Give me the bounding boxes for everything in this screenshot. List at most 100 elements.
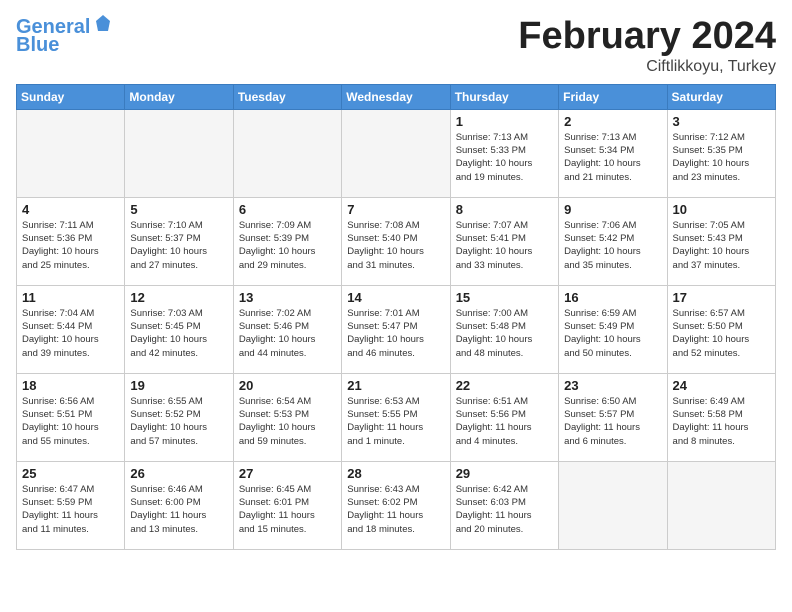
day-info: Sunrise: 7:04 AM Sunset: 5:44 PM Dayligh…	[22, 307, 119, 360]
logo: General Blue	[16, 16, 114, 56]
calendar-cell: 23 Sunrise: 6:50 AM Sunset: 5:57 PM Dayli…	[559, 373, 667, 461]
calendar-cell: 7 Sunrise: 7:08 AM Sunset: 5:40 PM Daylig…	[342, 197, 450, 285]
calendar-cell	[667, 461, 775, 549]
day-info: Sunrise: 6:51 AM Sunset: 5:56 PM Dayligh…	[456, 395, 553, 448]
week-row-5: 25 Sunrise: 6:47 AM Sunset: 5:59 PM Dayli…	[17, 461, 776, 549]
day-number: 23	[564, 378, 661, 393]
day-number: 9	[564, 202, 661, 217]
day-info: Sunrise: 6:54 AM Sunset: 5:53 PM Dayligh…	[239, 395, 336, 448]
title-block: February 2024 Ciftlikkoyu, Turkey	[518, 16, 776, 76]
weekday-friday: Friday	[559, 84, 667, 109]
day-info: Sunrise: 6:59 AM Sunset: 5:49 PM Dayligh…	[564, 307, 661, 360]
day-info: Sunrise: 7:13 AM Sunset: 5:34 PM Dayligh…	[564, 131, 661, 184]
calendar-cell: 4 Sunrise: 7:11 AM Sunset: 5:36 PM Daylig…	[17, 197, 125, 285]
weekday-monday: Monday	[125, 84, 233, 109]
day-number: 18	[22, 378, 119, 393]
day-info: Sunrise: 7:09 AM Sunset: 5:39 PM Dayligh…	[239, 219, 336, 272]
day-info: Sunrise: 7:13 AM Sunset: 5:33 PM Dayligh…	[456, 131, 553, 184]
day-info: Sunrise: 7:11 AM Sunset: 5:36 PM Dayligh…	[22, 219, 119, 272]
calendar-cell: 2 Sunrise: 7:13 AM Sunset: 5:34 PM Daylig…	[559, 109, 667, 197]
calendar-cell: 10Sunrise: 7:05 AM Sunset: 5:43 PM Dayli…	[667, 197, 775, 285]
day-info: Sunrise: 6:43 AM Sunset: 6:02 PM Dayligh…	[347, 483, 444, 536]
logo-text2: Blue	[16, 34, 59, 56]
day-number: 29	[456, 466, 553, 481]
weekday-thursday: Thursday	[450, 84, 558, 109]
day-number: 7	[347, 202, 444, 217]
calendar-cell: 14 Sunrise: 7:01 AM Sunset: 5:47 PM Dayli…	[342, 285, 450, 373]
day-info: Sunrise: 7:10 AM Sunset: 5:37 PM Dayligh…	[130, 219, 227, 272]
day-number: 22	[456, 378, 553, 393]
weekday-wednesday: Wednesday	[342, 84, 450, 109]
calendar-table: SundayMondayTuesdayWednesdayThursdayFrid…	[16, 84, 776, 550]
week-row-2: 4 Sunrise: 7:11 AM Sunset: 5:36 PM Daylig…	[17, 197, 776, 285]
day-info: Sunrise: 7:02 AM Sunset: 5:46 PM Dayligh…	[239, 307, 336, 360]
day-number: 24	[673, 378, 770, 393]
month-title: February 2024	[518, 16, 776, 58]
calendar-cell: 17Sunrise: 6:57 AM Sunset: 5:50 PM Dayli…	[667, 285, 775, 373]
logo-icon	[92, 13, 114, 35]
calendar-cell: 19 Sunrise: 6:55 AM Sunset: 5:52 PM Dayli…	[125, 373, 233, 461]
weekday-saturday: Saturday	[667, 84, 775, 109]
calendar-cell	[125, 109, 233, 197]
calendar-cell: 24 Sunrise: 6:49 AM Sunset: 5:58 PM Dayli…	[667, 373, 775, 461]
calendar-cell	[17, 109, 125, 197]
calendar-cell: 16Sunrise: 6:59 AM Sunset: 5:49 PM Dayli…	[559, 285, 667, 373]
page-header: General Blue February 2024 Ciftlikkoyu, …	[16, 16, 776, 76]
day-number: 5	[130, 202, 227, 217]
day-number: 15	[456, 290, 553, 305]
day-info: Sunrise: 6:45 AM Sunset: 6:01 PM Dayligh…	[239, 483, 336, 536]
day-number: 14	[347, 290, 444, 305]
day-info: Sunrise: 6:49 AM Sunset: 5:58 PM Dayligh…	[673, 395, 770, 448]
day-number: 3	[673, 114, 770, 129]
day-info: Sunrise: 7:01 AM Sunset: 5:47 PM Dayligh…	[347, 307, 444, 360]
calendar-cell: 26Sunrise: 6:46 AM Sunset: 6:00 PM Dayli…	[125, 461, 233, 549]
day-number: 20	[239, 378, 336, 393]
day-number: 10	[673, 202, 770, 217]
calendar-cell: 18 Sunrise: 6:56 AM Sunset: 5:51 PM Dayli…	[17, 373, 125, 461]
calendar-cell: 28 Sunrise: 6:43 AM Sunset: 6:02 PM Dayli…	[342, 461, 450, 549]
day-info: Sunrise: 6:55 AM Sunset: 5:52 PM Dayligh…	[130, 395, 227, 448]
day-info: Sunrise: 7:06 AM Sunset: 5:42 PM Dayligh…	[564, 219, 661, 272]
calendar-cell: 5 Sunrise: 7:10 AM Sunset: 5:37 PM Daylig…	[125, 197, 233, 285]
day-number: 6	[239, 202, 336, 217]
day-number: 26	[130, 466, 227, 481]
calendar-cell: 3 Sunrise: 7:12 AM Sunset: 5:35 PM Daylig…	[667, 109, 775, 197]
day-number: 12	[130, 290, 227, 305]
weekday-tuesday: Tuesday	[233, 84, 341, 109]
location-subtitle: Ciftlikkoyu, Turkey	[518, 58, 776, 76]
calendar-cell	[342, 109, 450, 197]
day-info: Sunrise: 7:07 AM Sunset: 5:41 PM Dayligh…	[456, 219, 553, 272]
day-number: 11	[22, 290, 119, 305]
week-row-3: 11 Sunrise: 7:04 AM Sunset: 5:44 PM Dayli…	[17, 285, 776, 373]
day-number: 19	[130, 378, 227, 393]
day-number: 27	[239, 466, 336, 481]
day-number: 25	[22, 466, 119, 481]
calendar-cell: 21Sunrise: 6:53 AM Sunset: 5:55 PM Dayli…	[342, 373, 450, 461]
day-info: Sunrise: 6:50 AM Sunset: 5:57 PM Dayligh…	[564, 395, 661, 448]
calendar-body: 1Sunrise: 7:13 AM Sunset: 5:33 PM Daylig…	[17, 109, 776, 549]
day-info: Sunrise: 7:08 AM Sunset: 5:40 PM Dayligh…	[347, 219, 444, 272]
day-info: Sunrise: 7:00 AM Sunset: 5:48 PM Dayligh…	[456, 307, 553, 360]
day-info: Sunrise: 6:56 AM Sunset: 5:51 PM Dayligh…	[22, 395, 119, 448]
calendar-cell: 12 Sunrise: 7:03 AM Sunset: 5:45 PM Dayli…	[125, 285, 233, 373]
calendar-cell: 9 Sunrise: 7:06 AM Sunset: 5:42 PM Daylig…	[559, 197, 667, 285]
weekday-sunday: Sunday	[17, 84, 125, 109]
day-info: Sunrise: 6:47 AM Sunset: 5:59 PM Dayligh…	[22, 483, 119, 536]
day-number: 2	[564, 114, 661, 129]
day-number: 8	[456, 202, 553, 217]
day-info: Sunrise: 6:53 AM Sunset: 5:55 PM Dayligh…	[347, 395, 444, 448]
calendar-cell: 20 Sunrise: 6:54 AM Sunset: 5:53 PM Dayli…	[233, 373, 341, 461]
calendar-cell: 6 Sunrise: 7:09 AM Sunset: 5:39 PM Daylig…	[233, 197, 341, 285]
week-row-4: 18 Sunrise: 6:56 AM Sunset: 5:51 PM Dayli…	[17, 373, 776, 461]
calendar-cell	[559, 461, 667, 549]
calendar-cell: 15 Sunrise: 7:00 AM Sunset: 5:48 PM Dayli…	[450, 285, 558, 373]
calendar-cell: 1Sunrise: 7:13 AM Sunset: 5:33 PM Daylig…	[450, 109, 558, 197]
day-info: Sunrise: 6:57 AM Sunset: 5:50 PM Dayligh…	[673, 307, 770, 360]
weekday-header-row: SundayMondayTuesdayWednesdayThursdayFrid…	[17, 84, 776, 109]
calendar-cell: 29 Sunrise: 6:42 AM Sunset: 6:03 PM Dayli…	[450, 461, 558, 549]
day-info: Sunrise: 7:12 AM Sunset: 5:35 PM Dayligh…	[673, 131, 770, 184]
day-info: Sunrise: 7:03 AM Sunset: 5:45 PM Dayligh…	[130, 307, 227, 360]
day-number: 4	[22, 202, 119, 217]
day-number: 28	[347, 466, 444, 481]
day-info: Sunrise: 6:42 AM Sunset: 6:03 PM Dayligh…	[456, 483, 553, 536]
